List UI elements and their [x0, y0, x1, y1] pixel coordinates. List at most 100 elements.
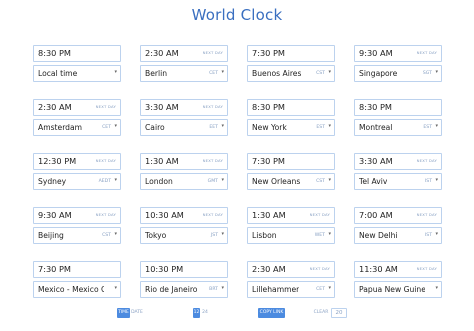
city-select[interactable]: Tel Aviv IST ▾ [354, 173, 442, 190]
chevron-down-icon: ▾ [435, 69, 438, 75]
time-value: 3:30 AM [359, 156, 393, 166]
chevron-down-icon: ▾ [114, 123, 117, 129]
time-field[interactable]: 1:30 AM NEXT DAY [247, 207, 335, 224]
clock-card: 10:30 PM Rio de Janeiro BRT ▾ [140, 261, 228, 304]
time-field[interactable]: 12:30 PM NEXT DAY [33, 153, 121, 170]
time-field[interactable]: 10:30 AM NEXT DAY [140, 207, 228, 224]
format-24h-toggle[interactable]: 24 [201, 308, 209, 318]
time-value: 2:30 AM [38, 102, 72, 112]
date-toggle[interactable]: DATE [131, 308, 143, 318]
clock-card: 8:30 PM New York EST ▾ [247, 99, 335, 142]
timezone-abbrev: AEDT [98, 179, 111, 184]
next-day-label: NEXT DAY [416, 266, 437, 271]
city-select[interactable]: New Orleans CST ▾ [247, 173, 335, 190]
city-select[interactable]: Cairo EET ▾ [140, 119, 228, 136]
time-field[interactable]: 2:30 AM NEXT DAY [33, 99, 121, 116]
city-select[interactable]: Sydney AEDT ▾ [33, 173, 121, 190]
city-select[interactable]: Montreal EST ▾ [354, 119, 442, 136]
chevron-down-icon: ▾ [328, 285, 331, 291]
time-value: 9:30 AM [38, 210, 72, 220]
next-day-label: NEXT DAY [416, 50, 437, 55]
time-field[interactable]: 3:30 AM NEXT DAY [140, 99, 228, 116]
time-field[interactable]: 2:30 AM NEXT DAY [140, 45, 228, 62]
time-field[interactable]: 3:30 AM NEXT DAY [354, 153, 442, 170]
city-select[interactable]: Amsterdam CET ▾ [33, 119, 121, 136]
clock-card: 1:30 AM NEXT DAY Lisbon WET ▾ [247, 207, 335, 250]
city-name: Beijing [38, 230, 64, 240]
clock-card: 3:30 AM NEXT DAY Cairo EET ▾ [140, 99, 228, 142]
next-day-label: NEXT DAY [309, 266, 330, 271]
city-name: Cairo [145, 122, 165, 132]
time-field[interactable]: 7:30 PM [247, 153, 335, 170]
time-field[interactable]: 1:30 AM NEXT DAY [140, 153, 228, 170]
city-select[interactable]: Lillehammer CET ▾ [247, 281, 335, 298]
timezone-abbrev: IST [424, 233, 432, 238]
chevron-down-icon: ▾ [328, 123, 331, 129]
clock-grid: 8:30 PM Local time ▾ 2:30 AM NEXT DAY Berlin C… [33, 45, 442, 304]
timezone-abbrev: EST [316, 125, 325, 130]
time-field[interactable]: 10:30 PM [140, 261, 228, 278]
time-field[interactable]: 7:00 AM NEXT DAY [354, 207, 442, 224]
time-field[interactable]: 7:30 PM [247, 45, 335, 62]
timezone-abbrev: EET [209, 125, 218, 130]
city-select[interactable]: London GMT ▾ [140, 173, 228, 190]
time-toggle[interactable]: TIME [117, 308, 130, 318]
timezone-abbrev: EST [423, 125, 432, 130]
chevron-down-icon: ▾ [114, 231, 117, 237]
time-value: 7:30 PM [252, 48, 285, 58]
time-value: 8:30 PM [38, 48, 71, 58]
time-field[interactable]: 8:30 PM [247, 99, 335, 116]
time-field[interactable]: 9:30 AM NEXT DAY [33, 207, 121, 224]
time-value: 3:30 AM [145, 102, 179, 112]
city-select[interactable]: Local time ▾ [33, 65, 121, 82]
city-name: Tokyo [145, 230, 167, 240]
clock-card: 2:30 AM NEXT DAY Amsterdam CET ▾ [33, 99, 121, 142]
city-select[interactable]: Lisbon WET ▾ [247, 227, 335, 244]
timezone-abbrev: SGT [422, 71, 432, 76]
time-field[interactable]: 8:30 PM [354, 99, 442, 116]
time-field[interactable]: 7:30 PM [33, 261, 121, 278]
city-name: Montreal [359, 122, 393, 132]
time-field[interactable]: 8:30 PM [33, 45, 121, 62]
city-name: Singapore [359, 68, 398, 78]
chevron-down-icon: ▾ [435, 231, 438, 237]
chevron-down-icon: ▾ [221, 231, 224, 237]
chevron-down-icon: ▾ [328, 69, 331, 75]
clock-card: 7:30 PM Buenos Aires CST ▾ [247, 45, 335, 88]
timezone-abbrev: GMT [207, 179, 218, 184]
time-field[interactable]: 9:30 AM NEXT DAY [354, 45, 442, 62]
clear-button[interactable]: CLEAR [311, 308, 331, 318]
format-12h-toggle[interactable]: 12 [193, 308, 200, 318]
clock-card: 2:30 AM NEXT DAY Lillehammer CET ▾ [247, 261, 335, 304]
city-select[interactable]: Tokyo JST ▾ [140, 227, 228, 244]
city-select[interactable]: Buenos Aires CST ▾ [247, 65, 335, 82]
copy-link-button[interactable]: COPY LINK [258, 308, 285, 318]
city-select[interactable]: Papua New Guine... ▾ [354, 281, 442, 298]
city-name: Tel Aviv [359, 176, 388, 186]
clock-card: 7:30 PM New Orleans CST ▾ [247, 153, 335, 196]
clock-card: 9:30 AM NEXT DAY Beijing CST ▾ [33, 207, 121, 250]
city-select[interactable]: New Delhi IST ▾ [354, 227, 442, 244]
city-name: Mexico - Mexico City [38, 284, 104, 294]
chevron-down-icon: ▾ [114, 177, 117, 183]
clock-card: 8:30 PM Montreal EST ▾ [354, 99, 442, 142]
city-select[interactable]: Berlin CET ▾ [140, 65, 228, 82]
city-select[interactable]: Rio de Janeiro BRT ▾ [140, 281, 228, 298]
chevron-down-icon: ▾ [328, 231, 331, 237]
next-day-label: NEXT DAY [95, 158, 116, 163]
timezone-abbrev: CST [102, 233, 111, 238]
time-value: 8:30 PM [252, 102, 285, 112]
time-field[interactable]: 11:30 AM NEXT DAY [354, 261, 442, 278]
timezone-abbrev: CET [316, 287, 325, 292]
city-select[interactable]: Beijing CST ▾ [33, 227, 121, 244]
next-day-label: NEXT DAY [416, 212, 437, 217]
city-name: Rio de Janeiro [145, 284, 198, 294]
city-name: Amsterdam [38, 122, 83, 132]
city-name: Papua New Guine... [359, 284, 425, 294]
city-name: Berlin [145, 68, 168, 78]
city-select[interactable]: Singapore SGT ▾ [354, 65, 442, 82]
time-value: 1:30 AM [252, 210, 286, 220]
city-select[interactable]: Mexico - Mexico City ▾ [33, 281, 121, 298]
city-select[interactable]: New York EST ▾ [247, 119, 335, 136]
time-field[interactable]: 2:30 AM NEXT DAY [247, 261, 335, 278]
